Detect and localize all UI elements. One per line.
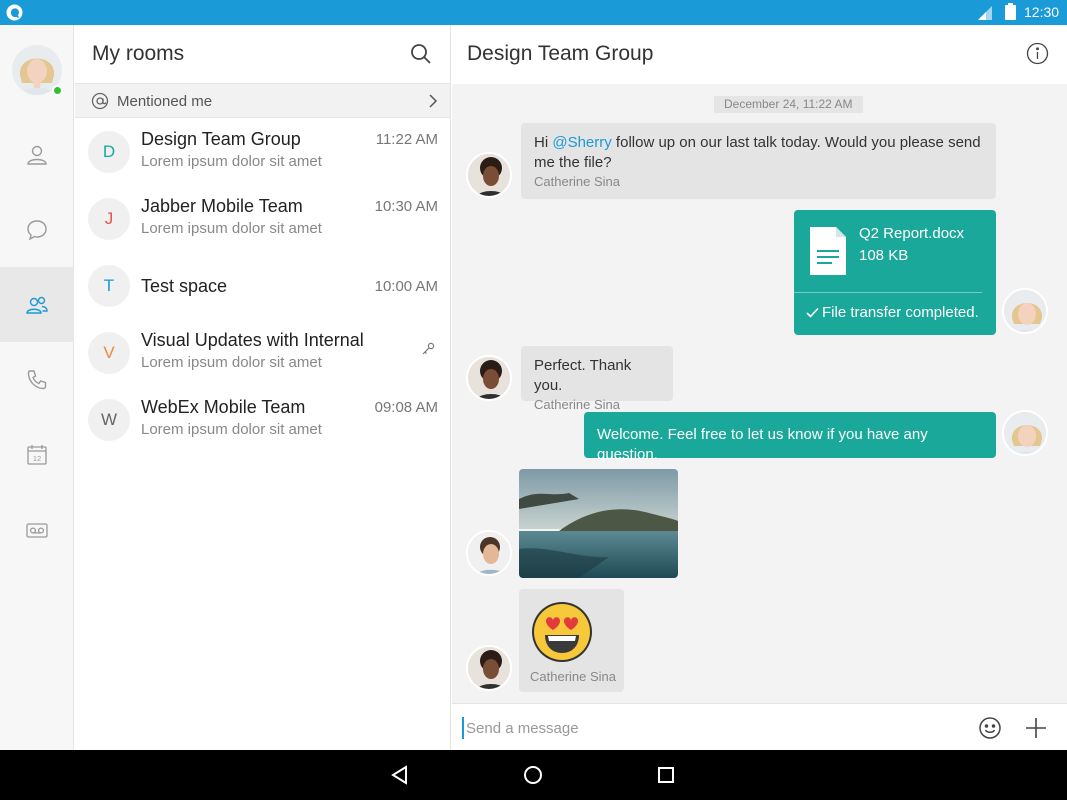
room-name: WebEx Mobile Team — [141, 397, 306, 417]
back-icon[interactable] — [389, 764, 411, 786]
room-preview: Lorem ipsum dolor sit amet — [141, 421, 322, 438]
message-text-line2: me the file? — [534, 154, 612, 171]
room-item-jabber-mobile-team[interactable]: J Jabber Mobile Team Lorem ipsum dolor s… — [75, 186, 451, 253]
sticker-bubble: Catherine Sina — [519, 589, 624, 692]
chat-header: Design Team Group — [452, 25, 1067, 84]
message-bubble: Perfect. Thank you. Catherine Sina — [521, 346, 673, 412]
smiley-icon[interactable] — [978, 716, 1002, 740]
svg-text:12: 12 — [33, 454, 41, 463]
rooms-panel: My rooms Mentioned me D Design Team Grou… — [75, 25, 451, 750]
room-item-visual-updates[interactable]: V Visual Updates with Internal Lorem ips… — [75, 320, 451, 387]
chat-title: Design Team Group — [467, 42, 654, 65]
file-divider — [794, 292, 982, 293]
room-avatar: W — [88, 399, 130, 441]
message-sender: Catherine Sina — [530, 669, 616, 684]
file-status: File transfer completed. — [806, 304, 979, 321]
jabber-app-icon — [6, 4, 23, 21]
battery-icon — [1005, 3, 1016, 20]
text-caret — [462, 717, 464, 739]
at-sign-icon — [91, 92, 109, 110]
room-item-test-space[interactable]: T Test space 10:00 AM — [75, 253, 451, 320]
message-input[interactable] — [466, 714, 966, 742]
room-item-design-team-group[interactable]: D Design Team Group Lorem ipsum dolor si… — [75, 119, 451, 186]
home-icon[interactable] — [522, 764, 544, 786]
checkmark-icon — [806, 307, 819, 318]
chevron-right-icon — [429, 94, 438, 108]
room-name: Test space — [141, 276, 228, 296]
person-icon — [27, 145, 47, 165]
avatar-me-small[interactable] — [1002, 410, 1048, 456]
shared-photo[interactable] — [519, 469, 678, 578]
mention-link[interactable]: @Sherry — [552, 134, 611, 151]
voicemail-icon — [26, 522, 48, 538]
status-time: 12:30 — [1024, 4, 1060, 20]
link-icon — [422, 342, 435, 355]
plus-icon[interactable] — [1024, 716, 1048, 740]
mentioned-me-label: Mentioned me — [117, 93, 213, 110]
message-bubble: Hi @Sherry follow up on our last talk to… — [521, 123, 996, 199]
room-avatar: J — [88, 198, 130, 240]
rail-meetings[interactable]: 12 — [0, 417, 74, 492]
avatar-catherine[interactable] — [466, 152, 512, 198]
room-preview: Lorem ipsum dolor sit amet — [141, 354, 322, 371]
status-bar: 12:30 — [0, 0, 1067, 25]
chat-panel: Design Team Group December 24, 11:22 AM … — [452, 25, 1067, 750]
rail-contacts[interactable] — [0, 117, 74, 192]
room-time: 11:22 AM — [375, 131, 438, 148]
message-list[interactable]: December 24, 11:22 AM Hi @Sherry follow … — [452, 84, 1067, 703]
message-text: Welcome. Feel free to let us know if you… — [597, 426, 928, 463]
room-avatar: D — [88, 131, 130, 173]
recents-icon[interactable] — [655, 764, 677, 786]
chat-bubble-icon — [27, 219, 47, 240]
avatar-man[interactable] — [466, 530, 512, 576]
rail-rooms[interactable] — [0, 267, 74, 342]
phone-icon — [27, 369, 47, 389]
people-icon — [26, 296, 48, 314]
room-name: Jabber Mobile Team — [141, 196, 303, 216]
calendar-icon: 12 — [27, 444, 47, 465]
date-separator: December 24, 11:22 AM — [714, 96, 863, 113]
room-avatar: T — [88, 265, 130, 307]
signal-icon — [978, 6, 992, 20]
document-icon — [810, 227, 846, 275]
heart-eyes-emoji-icon — [532, 602, 592, 662]
rooms-title: My rooms — [92, 42, 185, 65]
rooms-header: My rooms — [75, 25, 450, 84]
room-preview: Lorem ipsum dolor sit amet — [141, 220, 322, 237]
message-text: Perfect. Thank you. — [534, 357, 632, 394]
left-navigation-rail: 12 — [0, 25, 74, 750]
avatar-catherine[interactable] — [466, 645, 512, 691]
rail-calls[interactable] — [0, 342, 74, 417]
avatar-me-small[interactable] — [1002, 288, 1048, 334]
file-size: 108 KB — [859, 247, 909, 264]
presence-indicator — [52, 85, 63, 96]
room-preview: Lorem ipsum dolor sit amet — [141, 153, 322, 170]
avatar-catherine[interactable] — [466, 355, 512, 401]
mentioned-me-row[interactable]: Mentioned me — [75, 84, 450, 118]
info-icon[interactable] — [1026, 42, 1049, 65]
room-time: 10:00 AM — [374, 278, 438, 295]
room-name: Visual Updates with Internal — [141, 330, 364, 350]
file-name: Q2 Report.docx — [859, 225, 965, 242]
room-item-webex-mobile-team[interactable]: W WebEx Mobile Team Lorem ipsum dolor si… — [75, 387, 451, 454]
room-avatar: V — [88, 332, 130, 374]
message-text: Hi @Sherry follow up on our last talk to… — [534, 134, 981, 151]
room-time: 10:30 AM — [374, 198, 438, 215]
my-message-bubble: Welcome. Feel free to let us know if you… — [584, 412, 996, 463]
room-time: 09:08 AM — [374, 399, 438, 416]
message-sender: Catherine Sina — [534, 174, 620, 189]
room-name: Design Team Group — [141, 129, 301, 149]
message-composer — [452, 703, 1067, 750]
system-navigation-bar — [0, 750, 1067, 800]
rail-voicemail[interactable] — [0, 492, 74, 567]
search-icon[interactable] — [409, 42, 433, 66]
rail-chats[interactable] — [0, 192, 74, 267]
file-attachment-card[interactable]: Q2 Report.docx 108 KB File transfer comp… — [794, 210, 996, 335]
